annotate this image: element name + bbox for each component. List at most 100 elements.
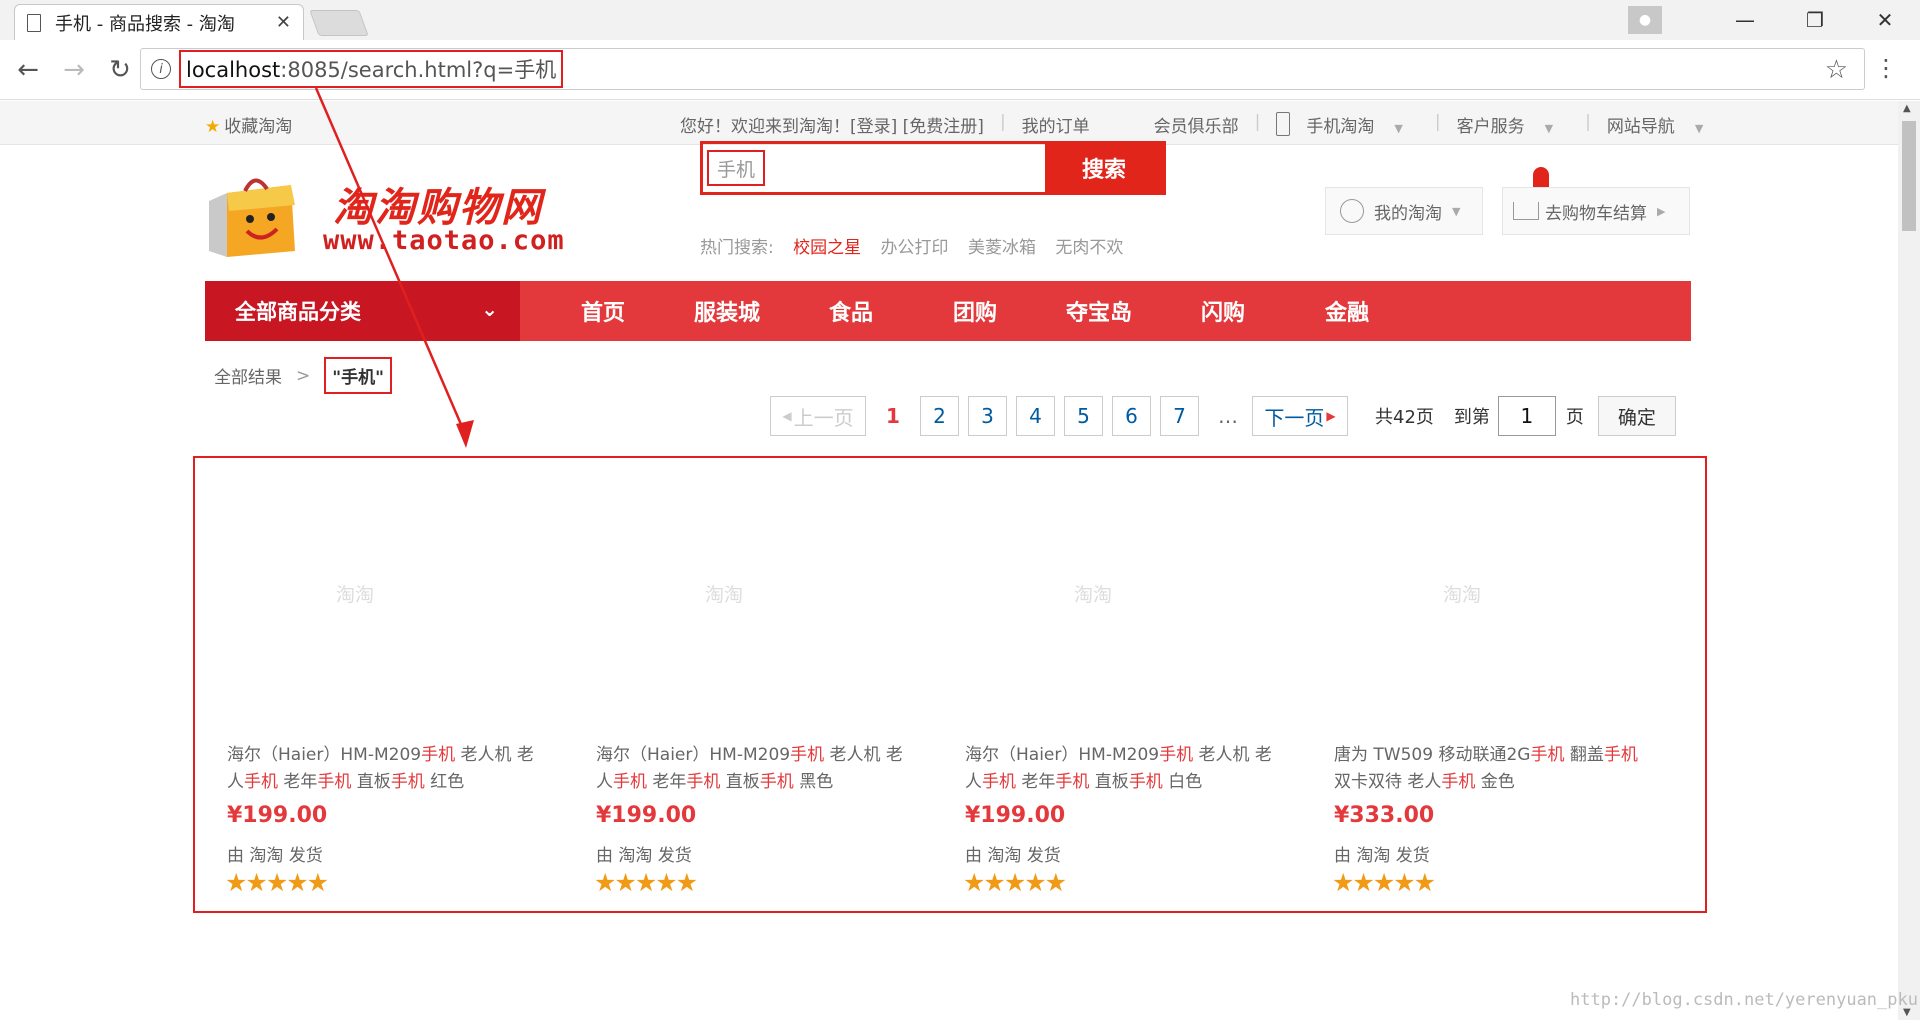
nav-item-clothing[interactable]: 服装城 — [686, 295, 768, 327]
breadcrumb-root[interactable]: 全部结果 — [214, 363, 282, 388]
info-icon[interactable]: i — [151, 59, 171, 79]
tab-active[interactable]: 手机 - 商品搜索 - 淘淘 ✕ — [14, 4, 304, 40]
product-card[interactable]: 淘淘 海尔（Haier）HM-M209手机 老人机 老人手机 老年手机 直板手机 … — [933, 458, 1272, 915]
keyword-highlight: 手机 — [613, 772, 647, 792]
address-bar[interactable]: i localhost:8085/search.html?q=手机 ☆ — [140, 48, 1865, 90]
goto-page-input[interactable]: 1 — [1497, 396, 1556, 436]
hot-search-item[interactable]: 美菱冰箱 — [968, 238, 1036, 258]
phone-icon — [1276, 112, 1291, 136]
nav-item-food[interactable]: 食品 — [810, 295, 892, 327]
product-image[interactable]: 淘淘 — [195, 458, 515, 728]
restore-icon[interactable]: ❐ — [1780, 8, 1850, 32]
chevron-down-icon: ▼ — [1694, 122, 1704, 135]
product-card[interactable]: 淘淘 唐为 TW509 移动联通2G手机 翻盖手机 双卡双待 老人手机 金色 ¥33… — [1302, 458, 1638, 915]
all-categories-menu[interactable]: 全部商品分类 ⌄ — [205, 281, 520, 341]
confirm-page-button[interactable]: 确定 — [1597, 396, 1676, 436]
user-icon — [1340, 199, 1364, 223]
product-price: ¥199.00 — [227, 803, 328, 828]
chevron-down-icon: ⌄ — [481, 297, 498, 321]
reload-icon[interactable]: ↻ — [100, 55, 140, 85]
keyword-highlight: 手机 — [421, 745, 456, 765]
cart-checkout-button[interactable]: 去购物车结算 ▶ — [1502, 187, 1690, 235]
goto-label: 到第 — [1453, 407, 1490, 428]
minimize-icon[interactable]: — — [1710, 8, 1780, 32]
star-icon: ★ — [205, 117, 221, 137]
close-tab-icon[interactable]: ✕ — [276, 12, 291, 33]
close-window-icon[interactable]: ✕ — [1850, 8, 1920, 32]
next-page-button[interactable]: 下一页 ▶ — [1252, 396, 1348, 436]
top-links: 您好！欢迎来到淘淘！[登录] [免费注册] | 我的订单 会员俱乐部 | 手机淘… — [680, 112, 1735, 137]
site-top-bar: ★ 收藏淘淘 您好！欢迎来到淘淘！[登录] [免费注册] | 我的订单 会员俱乐部… — [0, 101, 1898, 145]
search-input[interactable]: 手机 — [703, 144, 1045, 192]
product-image[interactable]: 淘淘 — [1302, 458, 1622, 728]
product-title[interactable]: 唐为 TW509 移动联通2G手机 翻盖手机 双卡双待 老人手机 金色 — [1334, 742, 1650, 796]
product-title[interactable]: 海尔（Haier）HM-M209手机 老人机 老人手机 老年手机 直板手机 白色 — [965, 742, 1281, 796]
hot-search-item[interactable]: 校园之星 — [793, 238, 861, 258]
mobile-link[interactable]: 手机淘淘 ▼ — [1276, 112, 1418, 137]
site-nav-link[interactable]: 网站导航 ▼ — [1607, 112, 1719, 137]
title-text: 直板 — [1089, 772, 1129, 792]
nav-item-finance[interactable]: 金融 — [1306, 295, 1388, 327]
product-title[interactable]: 海尔（Haier）HM-M209手机 老人机 老人手机 老年手机 直板手机 红色 — [227, 742, 543, 796]
prev-page-button[interactable]: ◀ 上一页 — [770, 396, 866, 436]
title-text: 金色 — [1475, 772, 1515, 792]
page-link[interactable]: 2 — [920, 396, 959, 436]
search-button[interactable]: 搜索 — [1045, 144, 1163, 192]
hot-search-item[interactable]: 无肉不欢 — [1055, 238, 1123, 258]
new-tab-button[interactable] — [309, 10, 369, 36]
customer-service-link[interactable]: 客户服务 ▼ — [1457, 112, 1569, 137]
page-link[interactable]: 6 — [1112, 396, 1151, 436]
title-text: 海尔（Haier）HM-M209 — [227, 745, 422, 765]
bookmark-star-icon[interactable]: ☆ — [1825, 55, 1848, 85]
nav-item-flash-sale[interactable]: 闪购 — [1182, 295, 1264, 327]
page-link[interactable]: 5 — [1064, 396, 1103, 436]
scrollbar-thumb[interactable] — [1902, 121, 1916, 231]
nav-item-group-buy[interactable]: 团购 — [934, 295, 1016, 327]
chrome-menu-icon[interactable]: ⋮ — [1874, 54, 1898, 82]
next-page-label: 下一页 — [1264, 405, 1325, 430]
document-icon — [27, 13, 41, 32]
title-text: 唐为 TW509 移动联通2G — [1334, 745, 1531, 765]
cart-icon — [1513, 202, 1539, 220]
url-text[interactable]: localhost:8085/search.html?q=手机 — [179, 50, 564, 88]
keyword-highlight: 手机 — [1530, 745, 1565, 765]
chevron-right-icon: ▶ — [1657, 204, 1666, 218]
welcome-login-register[interactable]: 您好！欢迎来到淘淘！[登录] [免费注册] — [680, 112, 984, 137]
back-icon[interactable]: ← — [8, 55, 48, 85]
product-image[interactable]: 淘淘 — [933, 458, 1253, 728]
browser-toolbar: ← → ↻ i localhost:8085/search.html?q=手机 … — [0, 40, 1920, 100]
keyword-highlight: 手机 — [982, 772, 1016, 792]
keyword-highlight: 手机 — [1055, 772, 1090, 792]
my-orders-link[interactable]: 我的订单 — [1022, 112, 1090, 137]
page-ellipsis: … — [1218, 404, 1238, 428]
page-link[interactable]: 7 — [1160, 396, 1199, 436]
product-image[interactable]: 淘淘 — [564, 458, 884, 728]
profile-icon[interactable]: ● — [1628, 6, 1662, 34]
page-link[interactable]: 3 — [968, 396, 1007, 436]
product-card[interactable]: 淘淘 海尔（Haier）HM-M209手机 老人机 老人手机 老年手机 直板手机 … — [195, 458, 534, 915]
product-card[interactable]: 淘淘 海尔（Haier）HM-M209手机 老人机 老人手机 老年手机 直板手机 … — [564, 458, 903, 915]
page-link[interactable]: 4 — [1016, 396, 1055, 436]
nav-item-home[interactable]: 首页 — [562, 295, 644, 327]
my-taotao-button[interactable]: 我的淘淘 ▼ — [1325, 187, 1483, 235]
logo-domain: www.taotao.com — [323, 225, 565, 256]
product-title[interactable]: 海尔（Haier）HM-M209手机 老人机 老人手机 老年手机 直板手机 黑色 — [596, 742, 912, 796]
page-scrollbar[interactable]: ▲ ▼ — [1898, 101, 1920, 1020]
hot-search-item[interactable]: 办公打印 — [881, 238, 949, 258]
scroll-up-icon[interactable]: ▲ — [1903, 103, 1911, 114]
pagination: ◀ 上一页 1 2 3 4 5 6 7 … 下一页 ▶ 共42页 到第 1 页 确定 — [770, 396, 1676, 436]
forward-icon[interactable]: → — [54, 55, 94, 85]
site-logo[interactable]: 淘淘购物网 www.taotao.com — [205, 163, 605, 263]
keyword-highlight: 手机 — [244, 772, 278, 792]
member-club-link[interactable]: 会员俱乐部 — [1154, 112, 1239, 137]
all-categories-label: 全部商品分类 — [235, 300, 361, 324]
url-host: localhost — [186, 58, 281, 82]
separator: | — [1254, 112, 1261, 132]
nav-item-treasure[interactable]: 夺宝岛 — [1058, 295, 1140, 327]
keyword-highlight: 手机 — [1159, 745, 1194, 765]
tab-title: 手机 - 商品搜索 - 淘淘 — [55, 13, 235, 35]
title-text: 老年 — [1016, 772, 1056, 792]
tab-strip: 手机 - 商品搜索 - 淘淘 ✕ ● — ❐ ✕ — [0, 0, 1920, 40]
rating-stars: ★★★★★ — [1332, 868, 1436, 897]
favorite-link[interactable]: ★ 收藏淘淘 — [205, 112, 292, 137]
